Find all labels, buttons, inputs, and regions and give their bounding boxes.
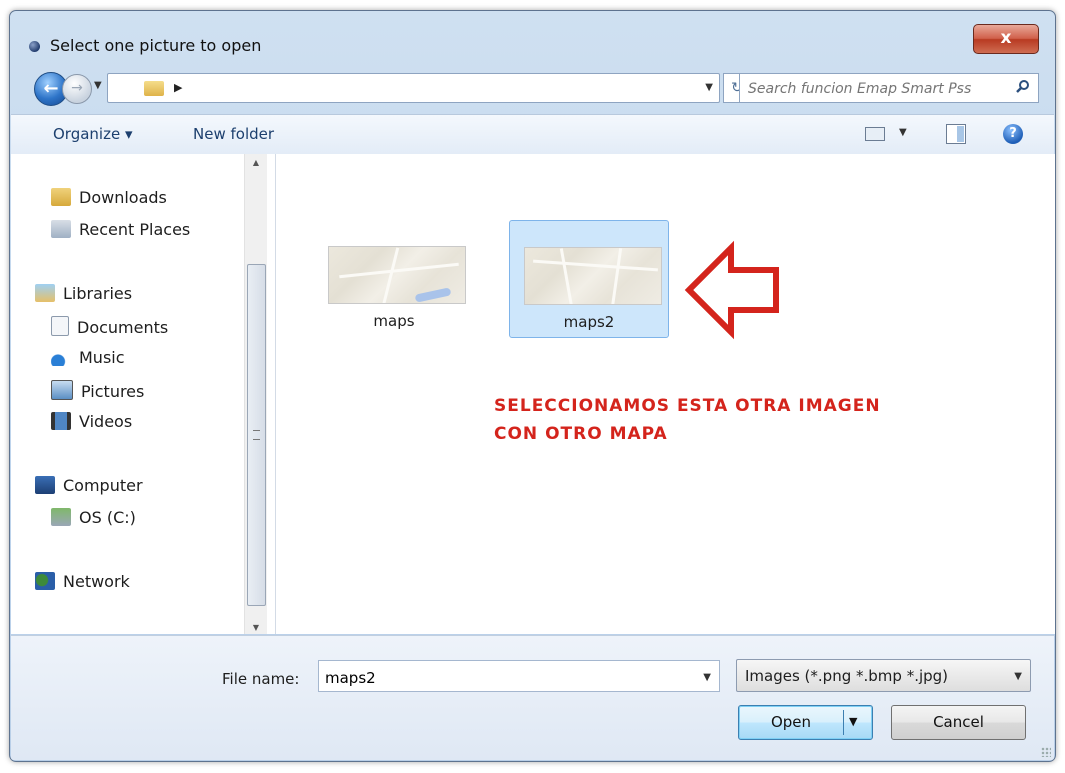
help-icon[interactable]: ? xyxy=(1003,124,1023,144)
annotation-text: SELECCIONAMOS ESTA OTRA IMAGEN CON OTRO … xyxy=(494,392,881,448)
breadcrumb-chevron-icon[interactable]: ▶ xyxy=(174,81,182,94)
preview-pane-icon[interactable] xyxy=(946,124,966,144)
sidebar-item-downloads[interactable]: Downloads xyxy=(51,188,167,212)
recent-places-icon xyxy=(51,220,71,238)
sidebar-item-pictures[interactable]: Pictures xyxy=(51,380,144,404)
new-folder-button[interactable]: New folder xyxy=(193,125,274,143)
open-file-dialog: Select one picture to open x ← → ▼ ▶ ▼ ↻ xyxy=(9,10,1056,762)
forward-button[interactable]: → xyxy=(62,74,92,104)
sidebar-item-label: Music xyxy=(79,348,125,367)
view-options-dropdown-icon[interactable]: ▼ xyxy=(899,127,907,138)
annotation-line-2: CON OTRO MAPA xyxy=(494,424,668,444)
sidebar-item-music[interactable]: Music xyxy=(51,348,125,372)
file-type-select[interactable]: Images (*.png *.bmp *.jpg) ▼ xyxy=(736,659,1031,692)
sidebar-item-recent-places[interactable]: Recent Places xyxy=(51,220,190,244)
image-thumbnail xyxy=(524,247,662,305)
forward-arrow-icon: → xyxy=(71,80,83,96)
navigation-pane: Downloads Recent Places Libraries Docume… xyxy=(11,154,276,634)
documents-icon xyxy=(51,316,69,336)
annotation-line-1: SELECCIONAMOS ESTA OTRA IMAGEN xyxy=(494,396,881,416)
search-icon[interactable] xyxy=(1016,79,1030,93)
downloads-icon xyxy=(51,188,71,206)
sidebar-item-computer[interactable]: Computer xyxy=(35,476,143,500)
image-thumbnail xyxy=(328,246,466,304)
scrollbar-thumb[interactable] xyxy=(247,264,266,606)
address-bar[interactable]: ▶ ▼ xyxy=(107,73,720,103)
file-type-value: Images (*.png *.bmp *.jpg) xyxy=(745,667,949,685)
dialog-footer: File name: ▼ Images (*.png *.bmp *.jpg) … xyxy=(11,635,1054,760)
organize-menu-button[interactable]: Organize ▾ xyxy=(53,125,133,143)
back-arrow-icon: ← xyxy=(43,78,59,99)
recent-locations-dropdown-icon[interactable]: ▼ xyxy=(94,80,102,91)
sidebar-item-libraries[interactable]: Libraries xyxy=(35,284,132,308)
address-dropdown-icon[interactable]: ▼ xyxy=(705,82,713,93)
open-button[interactable]: Open ▼ xyxy=(738,705,873,740)
left-arrow-annotation-icon xyxy=(684,240,779,340)
scroll-down-icon[interactable]: ▼ xyxy=(245,623,267,632)
navigation-bar: ← → ▼ ▶ ▼ ↻ xyxy=(10,69,1055,109)
file-name: maps xyxy=(373,312,415,330)
sidebar-item-label: Computer xyxy=(63,476,143,495)
sidebar-item-label: Network xyxy=(63,572,130,591)
scroll-up-icon[interactable]: ▲ xyxy=(245,158,267,167)
sidebar-item-label: Recent Places xyxy=(79,220,191,239)
app-icon xyxy=(29,41,40,52)
title-bar: Select one picture to open x xyxy=(10,11,1055,63)
sidebar-item-documents[interactable]: Documents xyxy=(51,316,168,340)
file-type-dropdown-icon: ▼ xyxy=(1014,671,1022,682)
close-icon: x xyxy=(1000,28,1012,48)
network-icon xyxy=(35,572,55,590)
file-item-maps[interactable]: maps xyxy=(314,220,474,338)
drive-icon xyxy=(51,508,71,526)
sidebar-item-label: OS (C:) xyxy=(79,508,136,527)
sidebar-item-label: Documents xyxy=(77,318,169,337)
sidebar-item-label: Libraries xyxy=(63,284,133,303)
command-toolbar: Organize ▾ New folder ▼ ? xyxy=(11,114,1054,155)
sidebar-item-label: Pictures xyxy=(81,382,145,401)
cancel-button[interactable]: Cancel xyxy=(891,705,1026,740)
close-button[interactable]: x xyxy=(973,24,1039,54)
sidebar-item-label: Videos xyxy=(79,412,133,431)
file-name-label: File name: xyxy=(222,670,300,688)
folder-icon xyxy=(144,81,164,96)
file-name-dropdown-icon[interactable]: ▼ xyxy=(703,672,711,683)
libraries-icon xyxy=(35,284,55,302)
file-name-combobox[interactable]: ▼ xyxy=(318,660,720,692)
search-box[interactable] xyxy=(739,73,1039,103)
computer-icon xyxy=(35,476,55,494)
scroll-grip-icon xyxy=(253,430,260,440)
sidebar-item-videos[interactable]: Videos xyxy=(51,412,132,436)
window-title: Select one picture to open xyxy=(50,36,262,55)
cancel-button-label: Cancel xyxy=(933,713,984,731)
sidebar-item-os-c[interactable]: OS (C:) xyxy=(51,508,136,532)
change-view-icon[interactable] xyxy=(865,127,885,141)
file-name: maps2 xyxy=(563,313,615,331)
open-options-dropdown-icon[interactable]: ▼ xyxy=(849,715,857,728)
file-list-pane: maps maps2 SELECCIONAMOS ESTA OTRA IMAGE… xyxy=(276,154,1055,634)
search-input[interactable] xyxy=(746,78,1000,100)
resize-grip-icon[interactable] xyxy=(1041,747,1051,757)
music-icon xyxy=(51,348,71,366)
sidebar-item-network[interactable]: Network xyxy=(35,572,130,596)
open-button-label: Open xyxy=(770,713,812,731)
sidebar-scrollbar[interactable]: ▲ ▼ xyxy=(244,154,267,634)
split-divider xyxy=(843,710,844,735)
file-name-input[interactable] xyxy=(323,666,677,690)
file-item-maps2[interactable]: maps2 xyxy=(509,220,669,338)
pictures-icon xyxy=(51,380,73,400)
sidebar-item-label: Downloads xyxy=(79,188,167,207)
videos-icon xyxy=(51,412,71,430)
